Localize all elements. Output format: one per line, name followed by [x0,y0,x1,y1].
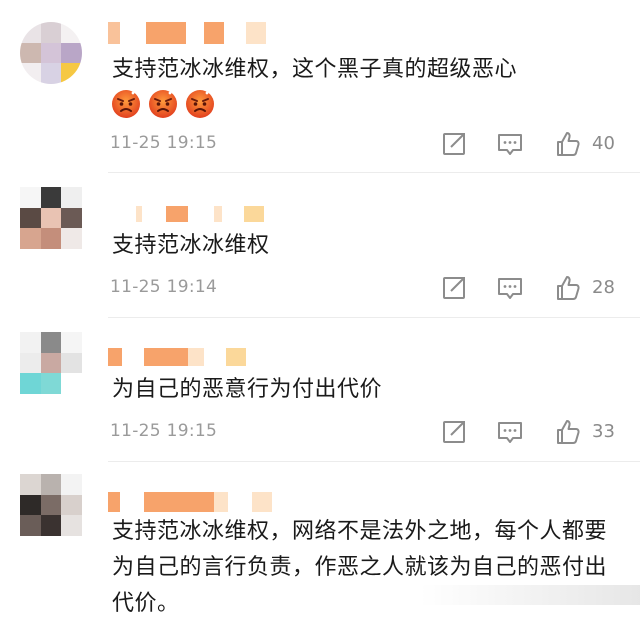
like-count: 33 [592,421,615,442]
username[interactable] [108,492,278,512]
avatar[interactable] [20,474,82,536]
like-icon[interactable] [554,274,582,302]
like-count: 40 [592,133,615,154]
username[interactable] [108,348,268,366]
comment-text: 为自己的恶意行为付出代价 [112,377,383,402]
comment-meta: 11-25 19:15 33 [110,418,620,448]
angry-face-icon [186,90,214,118]
fade-overlay [420,585,640,605]
angry-face-icon [149,90,177,118]
comment-icon[interactable] [496,418,524,446]
comment-text: 支持范冰冰维权 [112,233,270,258]
username[interactable] [108,206,268,222]
comment-text: 支持范冰冰维权，这个黑子真的超级恶心 [112,57,518,82]
like-icon[interactable] [554,130,582,158]
comment-item: 支持范冰冰维权，这个黑子真的超级恶心 11-25 19:15 40 [0,0,640,170]
like-icon[interactable] [554,418,582,446]
repost-icon[interactable] [440,130,468,158]
comment-text: 支持范冰冰维权，网络不是法外之地，每个人都要为自己的言行负责，作恶之人就该为自己… [112,519,608,616]
emoji-row [110,88,216,120]
username[interactable] [108,22,268,44]
repost-icon[interactable] [440,418,468,446]
comment-meta: 11-25 19:15 40 [110,130,620,160]
avatar[interactable] [20,22,82,84]
comment-item: 支持范冰冰维权 11-25 19:14 28 [0,173,640,316]
angry-face-icon [112,90,140,118]
avatar[interactable] [20,332,82,394]
timestamp: 11-25 19:15 [110,421,218,441]
comment-icon[interactable] [496,274,524,302]
comment-meta: 11-25 19:14 28 [110,274,620,304]
repost-icon[interactable] [440,274,468,302]
timestamp: 11-25 19:15 [110,133,218,153]
timestamp: 11-25 19:14 [110,277,218,297]
avatar[interactable] [20,187,82,249]
comment-icon[interactable] [496,130,524,158]
comment-item: 为自己的恶意行为付出代价 11-25 19:15 33 [0,318,640,460]
like-count: 28 [592,277,615,298]
